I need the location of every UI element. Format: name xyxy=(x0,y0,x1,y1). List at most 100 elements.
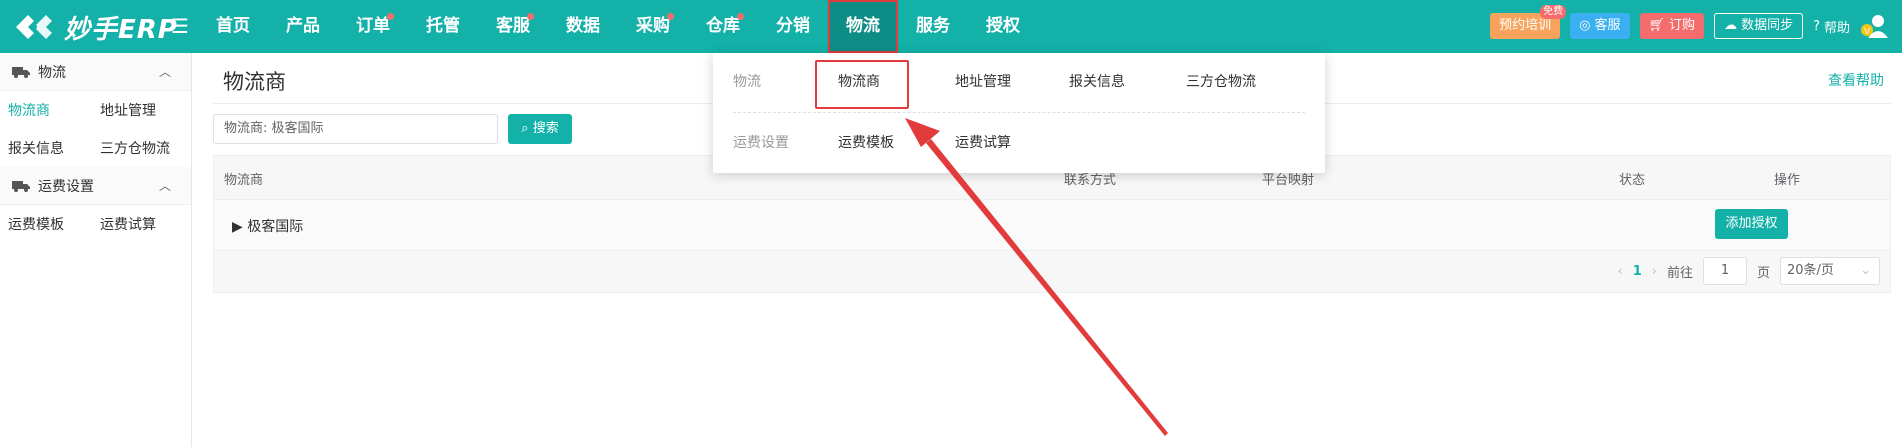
nav-item-services[interactable]: 服务 xyxy=(898,0,968,53)
nav-item-customer-service[interactable]: 客服 xyxy=(478,0,548,53)
search-button[interactable]: ⌕ 搜索 xyxy=(508,114,572,144)
sidebar-group-title: 物流 xyxy=(38,64,66,81)
nav-item-distribution[interactable]: 分销 xyxy=(758,0,828,53)
carrier-cell[interactable]: ▶ 极客国际 xyxy=(232,216,303,236)
search-icon: ⌕ xyxy=(521,121,529,136)
sidebar-item-customs[interactable]: 报关信息 xyxy=(0,138,92,158)
dropdown-category-logistics: 物流 xyxy=(733,74,761,90)
carrier-table: 物流商 联系方式 平台映射 状态 操作 ▶ 极客国际 添加授权 ‹ 1 › 前往… xyxy=(213,155,1891,293)
order-button[interactable]: 🛒︎ 订购 xyxy=(1639,13,1705,39)
annotation-highlight-box xyxy=(815,60,909,109)
filter-value: 极客国际 xyxy=(271,121,324,136)
pagination: ‹ 1 › 前往 1 页 20条/页 ⌄ xyxy=(1618,256,1880,286)
nav-item-purchase[interactable]: 采购 xyxy=(618,0,688,53)
nav-label: 托管 xyxy=(426,16,460,36)
sidebar-row: 物流商 地址管理 xyxy=(0,91,191,129)
sidebar-group-title: 运费设置 xyxy=(38,178,94,195)
help-button[interactable]: ? 帮助 xyxy=(1813,17,1850,36)
filter-label: 物流商: xyxy=(224,121,268,136)
nav-label: 仓库 xyxy=(706,16,740,36)
service-button[interactable]: ◎ 客服 xyxy=(1570,13,1630,39)
next-page-icon[interactable]: › xyxy=(1652,264,1657,279)
nav-item-data[interactable]: 数据 xyxy=(548,0,618,53)
nav-label: 订单 xyxy=(356,16,390,36)
question-icon: ? xyxy=(1813,18,1820,34)
add-authorization-button[interactable]: 添加授权 xyxy=(1715,209,1788,239)
dropdown-item-customs[interactable]: 报关信息 xyxy=(1069,67,1125,97)
logistics-dropdown-menu: 物流 物流商 地址管理 报关信息 三方仓物流 运费设置 运费模板 运费试算 xyxy=(713,53,1325,173)
sidebar-row: 运费模板 运费试算 xyxy=(0,205,191,243)
sidebar-item-3pl[interactable]: 三方仓物流 xyxy=(92,138,184,158)
nav-item-products[interactable]: 产品 xyxy=(268,0,338,53)
view-help-link[interactable]: 查看帮助 xyxy=(1828,70,1884,90)
logo-text: 妙手ERP xyxy=(64,14,178,45)
nav-item-warehouse[interactable]: 仓库 xyxy=(688,0,758,53)
dropdown-item-address[interactable]: 地址管理 xyxy=(955,67,1011,97)
nav-item-authorization[interactable]: 授权 xyxy=(968,0,1038,53)
sidebar-row: 报关信息 三方仓物流 xyxy=(0,129,191,167)
dropdown-item-shipping-template[interactable]: 运费模板 xyxy=(838,128,894,158)
chevron-down-icon: ⌄ xyxy=(1860,263,1871,278)
page-size-value: 20条/页 xyxy=(1787,263,1834,278)
nav-label: 分销 xyxy=(776,16,810,36)
data-sync-button[interactable]: ☁ 数据同步 xyxy=(1714,13,1804,39)
column-header-actions: 操作 xyxy=(1774,173,1801,188)
nav-item-logistics[interactable]: 物流 xyxy=(828,0,898,53)
goto-page-input[interactable]: 1 xyxy=(1702,257,1747,285)
table-row: ▶ 极客国际 添加授权 xyxy=(214,200,1890,251)
dropdown-divider xyxy=(733,112,1305,113)
truck-icon xyxy=(12,180,30,192)
current-page[interactable]: 1 xyxy=(1633,264,1642,279)
logo-mark-icon xyxy=(16,15,52,39)
notification-dot xyxy=(387,13,394,20)
dropdown-row-logistics: 物流 物流商 地址管理 报关信息 三方仓物流 xyxy=(713,67,1325,97)
avatar[interactable]: V xyxy=(1860,12,1888,40)
nav-item-home[interactable]: 首页 xyxy=(198,0,268,53)
dropdown-category-shipping: 运费设置 xyxy=(733,135,789,151)
column-header-carrier: 物流商 xyxy=(224,173,264,188)
svg-text:V: V xyxy=(1864,26,1870,36)
nav-label: 数据 xyxy=(566,16,600,36)
menu-toggle-icon[interactable]: ☰ xyxy=(170,14,190,38)
notification-dot xyxy=(527,13,534,20)
top-right-tools: 预约培训 免费 ◎ 客服 🛒︎ 订购 ☁ 数据同步 ? 帮助 V xyxy=(1490,5,1888,41)
logo[interactable]: 妙手ERP xyxy=(12,7,178,47)
cart-icon: 🛒︎ xyxy=(1648,18,1666,33)
chevron-up-icon: ︿ xyxy=(158,65,171,79)
sidebar-item-address[interactable]: 地址管理 xyxy=(92,100,184,120)
page-size-select[interactable]: 20条/页 ⌄ xyxy=(1780,257,1880,285)
notification-dot xyxy=(667,13,674,20)
dropdown-item-shipping-calc[interactable]: 运费试算 xyxy=(955,128,1011,158)
top-navbar: 妙手ERP ☰ 首页 产品 订单 托管 客服 数据 采购 仓库 分销 物流 服务… xyxy=(0,0,1902,53)
nav-label: 首页 xyxy=(216,16,250,36)
app-root: 妙手ERP ☰ 首页 产品 订单 托管 客服 数据 采购 仓库 分销 物流 服务… xyxy=(0,0,1902,447)
sidebar-item-shipping-calc[interactable]: 运费试算 xyxy=(92,214,184,234)
help-label: 帮助 xyxy=(1823,20,1850,36)
chevron-up-icon: ︿ xyxy=(158,179,171,193)
sidebar-item-shipping-template[interactable]: 运费模板 xyxy=(0,214,92,234)
nav-item-hosting[interactable]: 托管 xyxy=(408,0,478,53)
training-button[interactable]: 预约培训 免费 xyxy=(1490,5,1567,39)
carrier-name: 极客国际 xyxy=(247,219,304,235)
prev-page-icon[interactable]: ‹ xyxy=(1618,264,1623,279)
carrier-filter-input[interactable]: 物流商: 极客国际 xyxy=(213,114,498,144)
nav-label: 产品 xyxy=(286,16,320,36)
nav-label: 服务 xyxy=(916,16,950,36)
notification-dot xyxy=(737,13,744,20)
page-label: 页 xyxy=(1756,265,1770,281)
sync-label: 数据同步 xyxy=(1741,18,1794,33)
truck-icon xyxy=(12,66,30,78)
dropdown-item-3pl[interactable]: 三方仓物流 xyxy=(1186,67,1256,97)
sidebar-item-carrier[interactable]: 物流商 xyxy=(0,100,92,120)
nav-label: 物流 xyxy=(846,16,880,36)
search-label: 搜索 xyxy=(532,121,559,136)
headset-icon: ◎ xyxy=(1579,18,1591,33)
sidebar-group-logistics[interactable]: 物流 ︿ xyxy=(0,53,191,91)
nav-label: 授权 xyxy=(986,16,1020,36)
nav-item-orders[interactable]: 订单 xyxy=(338,0,408,53)
expand-caret-icon[interactable]: ▶ xyxy=(232,219,243,235)
sidebar-group-shipping-settings[interactable]: 运费设置 ︿ xyxy=(0,167,191,205)
page-title: 物流商 xyxy=(223,70,286,94)
cloud-upload-icon: ☁ xyxy=(1724,18,1738,33)
free-badge: 免费 xyxy=(1540,5,1567,19)
